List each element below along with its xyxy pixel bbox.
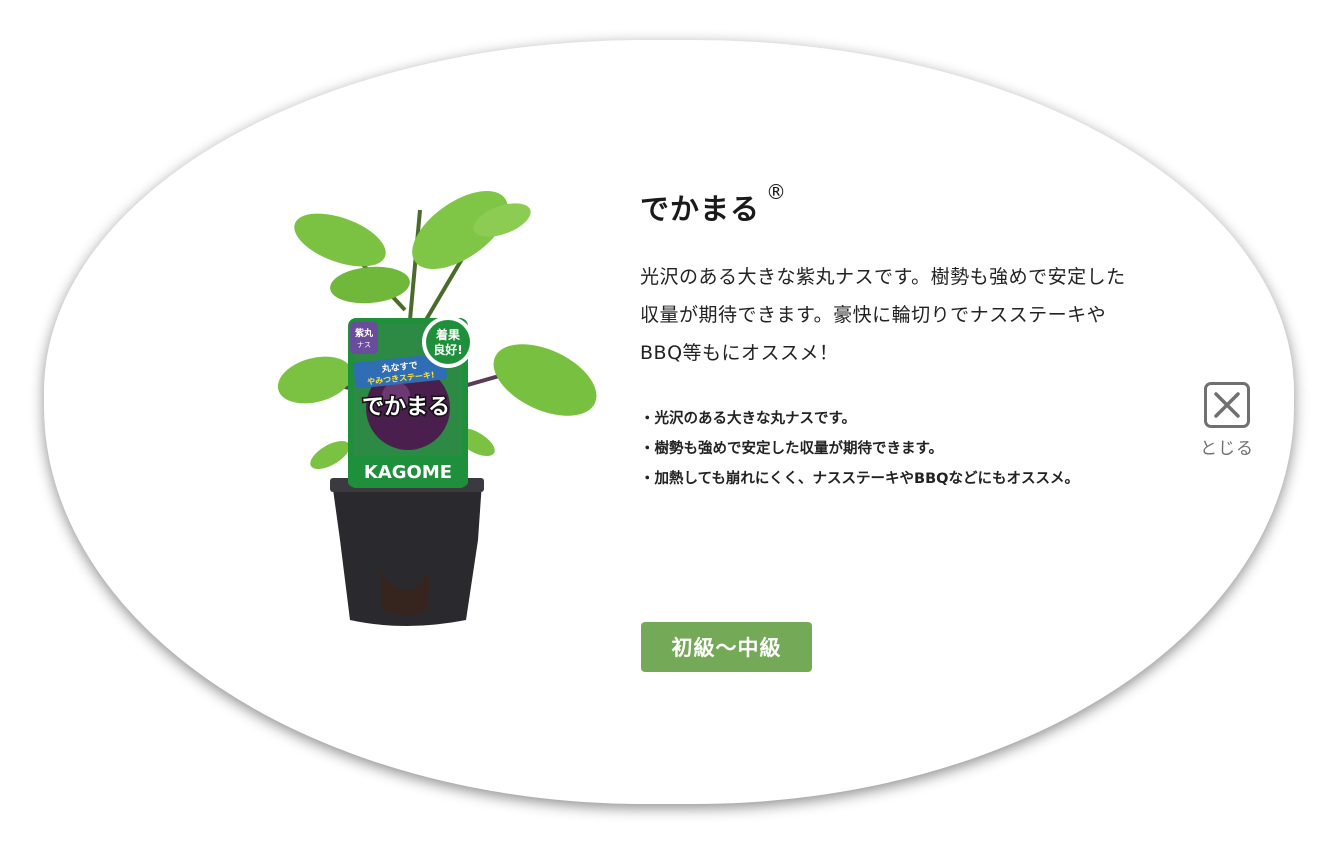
- page-stage: 紫丸 ナス 丸なすで やみつきステーキ! でかまる 着果 良好! KAGOME …: [0, 0, 1340, 852]
- close-icon: [1204, 382, 1250, 428]
- svg-text:紫丸: 紫丸: [355, 327, 374, 339]
- product-title: でかまる: [640, 192, 761, 226]
- product-description: 光沢のある大きな紫丸ナスです。樹勢も強めで安定した収量が期待できます。豪快に輪切…: [640, 266, 1126, 364]
- feature-list: 光沢のある大きな丸ナスです。 樹勢も強めで安定した収量が期待できます。 加熱して…: [640, 404, 1079, 494]
- svg-text:良好!: 良好!: [433, 342, 462, 357]
- product-image: 紫丸 ナス 丸なすで やみつきステーキ! でかまる 着果 良好! KAGOME: [277, 190, 597, 626]
- registered-mark: ®: [766, 180, 787, 204]
- close-button[interactable]: とじる: [1196, 382, 1258, 466]
- difficulty-level-badge: 初級〜中級: [641, 622, 812, 672]
- svg-text:着果: 着果: [435, 327, 460, 342]
- svg-text:でかまる: でかまる: [362, 395, 450, 420]
- feature-item: 光沢のある大きな丸ナスです。: [640, 404, 1079, 434]
- product-title-row: でかまる ®: [640, 180, 786, 228]
- svg-text:ナス: ナス: [357, 341, 371, 349]
- svg-text:KAGOME: KAGOME: [364, 462, 452, 483]
- close-label: とじる: [1200, 439, 1254, 459]
- feature-item: 樹勢も強めで安定した収量が期待できます。: [640, 434, 1079, 464]
- feature-item: 加熱しても崩れにくく、ナスステーキやBBQなどにもオススメ。: [640, 464, 1079, 494]
